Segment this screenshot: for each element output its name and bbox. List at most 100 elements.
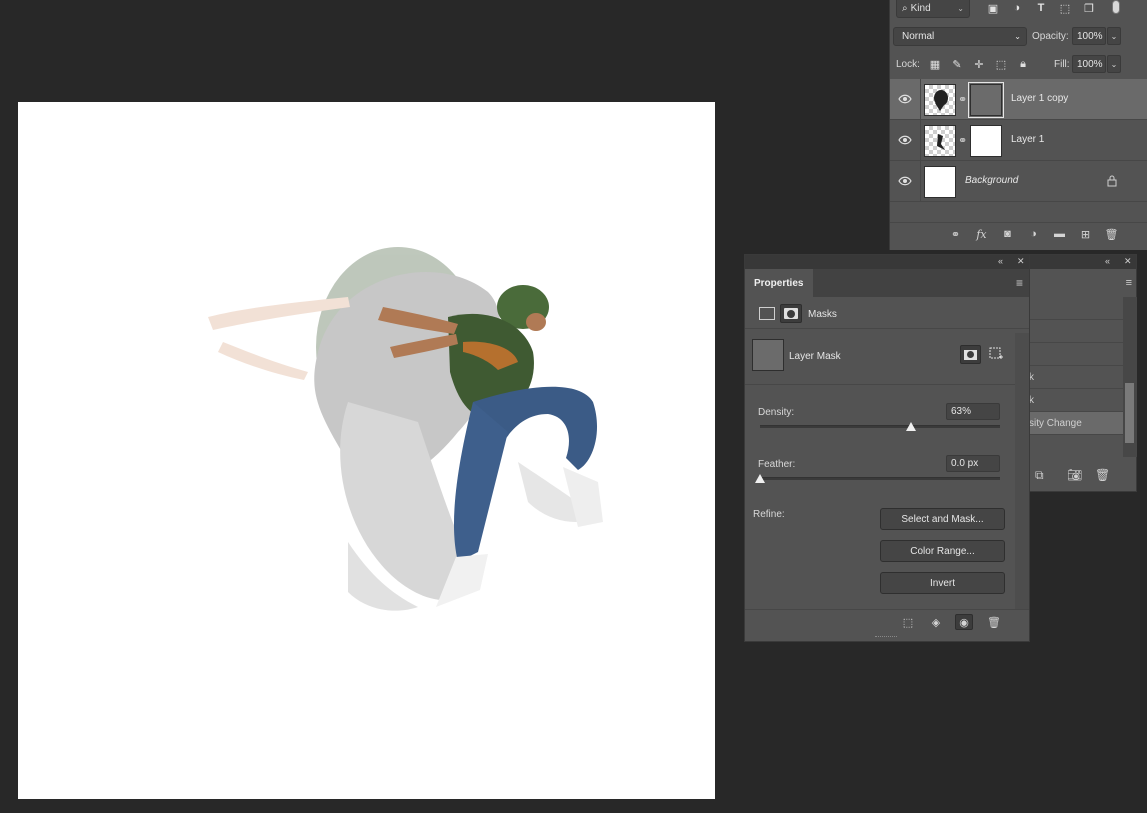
delete-icon[interactable]: 🗑︎	[1095, 468, 1110, 482]
eye-icon[interactable]	[898, 93, 912, 105]
lock-label: Lock:	[896, 59, 920, 70]
layer-filter-kind-dropdown[interactable]: ⌕ Kind ⌄	[896, 0, 970, 18]
density-slider-knob[interactable]	[906, 422, 917, 431]
filter-kind-label: Kind	[910, 3, 931, 14]
layer-mask-thumbnail	[752, 339, 784, 371]
lock-position-icon[interactable]: ✛	[972, 57, 986, 71]
history-row-active[interactable]: sity Change	[1027, 412, 1123, 435]
add-mask-icon[interactable]: ◙	[999, 227, 1016, 241]
layer-name[interactable]: Background	[965, 175, 1018, 186]
masks-header: Masks	[745, 297, 1029, 329]
layer-list: ⚭ Layer 1 copy ⚭ Layer 1 Background	[890, 79, 1147, 202]
fill-label: Fill:	[1054, 59, 1070, 70]
close-icon[interactable]: ✕	[1124, 256, 1132, 267]
properties-panel: « ✕ Properties ≡ Masks Layer Mask Densit…	[744, 254, 1030, 642]
opacity-label: Opacity:	[1032, 31, 1069, 42]
dancer-artwork	[208, 247, 603, 611]
delete-icon[interactable]: 🗑︎	[1103, 227, 1120, 241]
snapshot-icon[interactable]: 📷︎	[1067, 468, 1082, 482]
tab-properties[interactable]: Properties	[745, 269, 813, 297]
density-label: Density:	[758, 407, 795, 418]
collapse-icon[interactable]: «	[1105, 256, 1110, 266]
image-filter-icon[interactable]: ▣	[986, 1, 1000, 15]
layer-mask-row: Layer Mask	[745, 333, 1015, 385]
new-layer-icon[interactable]: ⊞	[1077, 227, 1094, 241]
properties-scrollbar[interactable]	[1015, 333, 1029, 609]
history-scrollbar[interactable]	[1123, 297, 1137, 457]
opacity-input[interactable]: 100%	[1072, 27, 1106, 45]
feather-slider[interactable]	[755, 474, 1000, 483]
lock-transparency-icon[interactable]: ▦	[928, 57, 942, 71]
layer-name[interactable]: Layer 1 copy	[1011, 93, 1068, 104]
lock-all-icon[interactable]: 🔒︎	[1016, 57, 1030, 71]
group-icon[interactable]: ▬	[1051, 227, 1068, 241]
layer-row-background[interactable]: Background	[890, 161, 1147, 202]
refine-label: Refine:	[753, 509, 785, 520]
history-row[interactable]: k	[1027, 389, 1123, 412]
search-icon: ⌕	[902, 3, 908, 14]
history-row[interactable]	[1027, 343, 1123, 366]
adjustment-filter-icon[interactable]: ◑	[1010, 1, 1024, 15]
feather-slider-knob[interactable]	[755, 474, 765, 483]
select-and-mask-button[interactable]: Select and Mask...	[880, 508, 1005, 530]
properties-footer: ⬚ ◈ ◉ 🗑︎	[745, 609, 1029, 633]
panel-menu-icon[interactable]: ≡	[1016, 276, 1023, 290]
close-icon[interactable]: ✕	[1017, 256, 1025, 267]
eye-icon[interactable]: ◉	[955, 614, 973, 630]
history-row[interactable]: k	[1027, 366, 1123, 389]
color-range-button[interactable]: Color Range...	[880, 540, 1005, 562]
shape-filter-icon[interactable]: ⬚	[1058, 1, 1072, 15]
layer-thumbnail[interactable]	[924, 84, 956, 116]
history-row[interactable]	[1027, 320, 1123, 343]
fill-slider-toggle[interactable]: ⌄	[1107, 55, 1121, 73]
layers-footer: ⚭ fx ◙ ◑ ▬ ⊞ 🗑︎	[890, 222, 1147, 244]
invert-button[interactable]: Invert	[880, 572, 1005, 594]
filter-toggle-switch[interactable]	[1112, 0, 1120, 14]
lock-pixels-icon[interactable]: ✎	[950, 57, 964, 71]
pixel-mask-icon[interactable]	[759, 307, 775, 320]
new-document-icon[interactable]: ⧉	[1035, 468, 1044, 483]
density-input[interactable]: 63%	[946, 403, 1000, 420]
layer-mask-icon[interactable]	[780, 304, 802, 323]
eye-icon[interactable]	[898, 134, 912, 146]
layer-row-layer-1[interactable]: ⚭ Layer 1	[890, 120, 1147, 161]
smart-object-filter-icon[interactable]: ❐	[1082, 1, 1096, 15]
layer-row-layer-1-copy[interactable]: ⚭ Layer 1 copy	[890, 79, 1147, 120]
link-layers-icon[interactable]: ⚭	[947, 227, 964, 241]
apply-mask-icon[interactable]: ◈	[927, 614, 945, 630]
type-filter-icon[interactable]: T	[1034, 1, 1048, 15]
layer-mask-thumbnail[interactable]	[968, 82, 1004, 118]
delete-icon[interactable]: 🗑︎	[985, 614, 1003, 630]
eye-icon[interactable]	[898, 175, 912, 187]
mask-link-icon[interactable]: ⚭	[958, 134, 968, 148]
layer-thumbnail[interactable]	[924, 125, 956, 157]
layer-mask-label: Layer Mask	[789, 351, 841, 362]
load-selection-icon[interactable]: ⬚	[899, 614, 917, 630]
fill-input[interactable]: 100%	[1072, 55, 1106, 73]
layers-panel: ⌕ Kind ⌄ ▣ ◑ T ⬚ ❐ Normal ⌄ Opacity: 100…	[889, 0, 1147, 250]
masks-label: Masks	[808, 309, 837, 320]
chevron-down-icon: ⌄	[957, 4, 964, 13]
layer-thumbnail[interactable]	[924, 166, 956, 198]
mask-link-icon[interactable]: ⚭	[958, 93, 968, 107]
add-vector-mask-icon[interactable]	[988, 345, 1004, 363]
add-pixel-mask-icon[interactable]	[960, 345, 981, 364]
blend-mode-dropdown[interactable]: Normal ⌄	[893, 27, 1027, 46]
layer-mask-thumbnail[interactable]	[970, 125, 1002, 157]
history-row[interactable]	[1027, 297, 1123, 320]
density-slider[interactable]	[760, 422, 1000, 431]
lock-icon	[1107, 175, 1117, 187]
document-canvas[interactable]	[18, 102, 715, 799]
feather-label: Feather:	[758, 459, 796, 470]
feather-input[interactable]: 0.0 px	[946, 455, 1000, 472]
resize-handle[interactable]	[875, 636, 897, 639]
fx-icon[interactable]: fx	[973, 227, 990, 241]
layer-name[interactable]: Layer 1	[1011, 134, 1044, 145]
opacity-slider-toggle[interactable]: ⌄	[1107, 27, 1121, 45]
history-panel: « ✕ ≡ k k sity Change ⧉ 📷︎ 🗑︎	[1026, 254, 1137, 492]
lock-artboard-icon[interactable]: ⬚	[994, 57, 1008, 71]
blend-mode-value: Normal	[902, 31, 935, 42]
collapse-icon[interactable]: «	[998, 256, 1003, 266]
panel-menu-icon[interactable]: ≡	[1126, 277, 1132, 289]
adjustment-layer-icon[interactable]: ◑	[1025, 227, 1042, 241]
